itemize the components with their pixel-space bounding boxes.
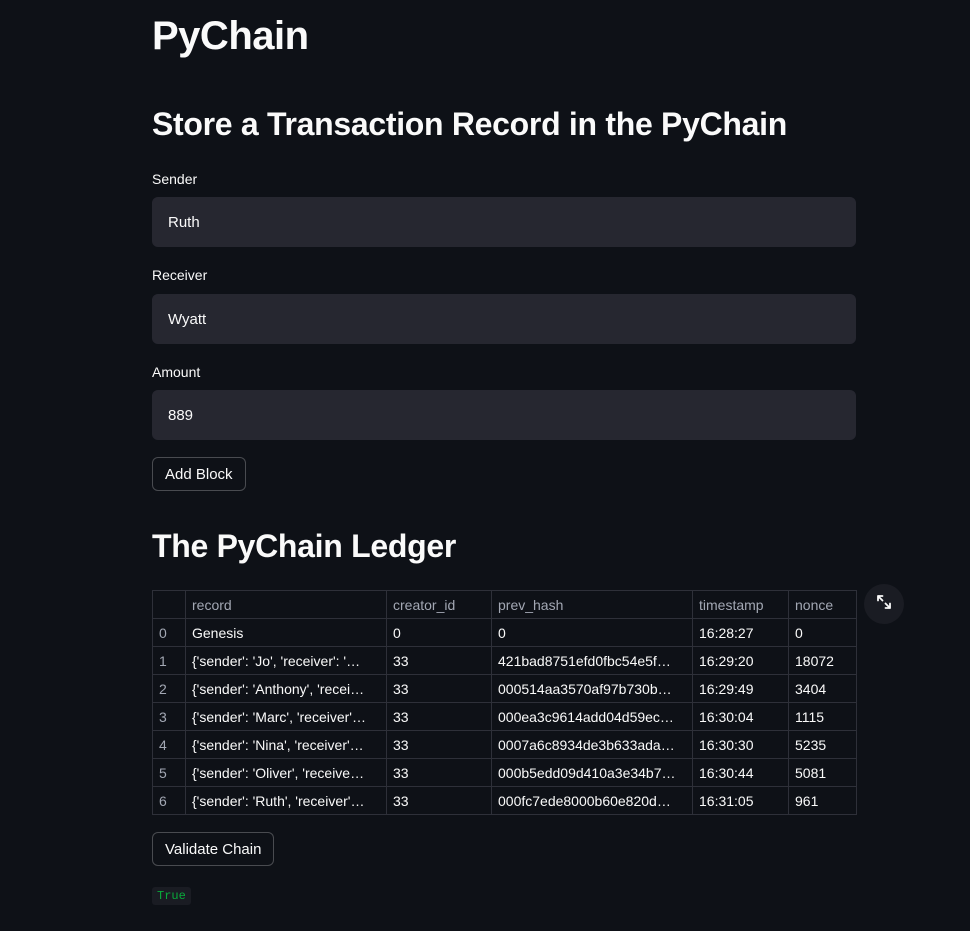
table-header-row: record creator_id prev_hash timestamp no… xyxy=(152,590,857,619)
table-row: 2 {'sender': 'Anthony', 'recei… 33 00051… xyxy=(152,674,857,703)
cell-timestamp[interactable]: 16:29:20 xyxy=(692,646,789,675)
cell-prev-hash[interactable]: 000ea3c9614add04d59ec… xyxy=(491,702,693,731)
cell-nonce[interactable]: 0 xyxy=(788,618,857,647)
column-header-creator-id[interactable]: creator_id xyxy=(386,590,492,619)
table-row: 6 {'sender': 'Ruth', 'receiver'… 33 000f… xyxy=(152,786,857,815)
cell-record[interactable]: {'sender': 'Nina', 'receiver'… xyxy=(185,730,387,759)
column-header-prev-hash[interactable]: prev_hash xyxy=(491,590,693,619)
cell-nonce[interactable]: 961 xyxy=(788,786,857,815)
table-row: 0 Genesis 0 0 16:28:27 0 xyxy=(152,618,857,647)
column-header-nonce[interactable]: nonce xyxy=(788,590,857,619)
cell-record[interactable]: {'sender': 'Oliver', 'receive… xyxy=(185,758,387,787)
cell-nonce[interactable]: 3404 xyxy=(788,674,857,703)
row-index: 4 xyxy=(152,730,186,759)
table-row: 5 {'sender': 'Oliver', 'receive… 33 000b… xyxy=(152,758,857,787)
row-index: 2 xyxy=(152,674,186,703)
cell-timestamp[interactable]: 16:28:27 xyxy=(692,618,789,647)
amount-label: Amount xyxy=(152,364,201,380)
cell-timestamp[interactable]: 16:30:44 xyxy=(692,758,789,787)
ledger-table: record creator_id prev_hash timestamp no… xyxy=(152,590,857,815)
page-title: PyChain xyxy=(152,14,309,58)
fullscreen-button[interactable] xyxy=(864,584,904,624)
cell-nonce[interactable]: 1115 xyxy=(788,702,857,731)
cell-creator-id[interactable]: 33 xyxy=(386,730,492,759)
cell-timestamp[interactable]: 16:30:04 xyxy=(692,702,789,731)
cell-prev-hash[interactable]: 0 xyxy=(491,618,693,647)
amount-input[interactable] xyxy=(152,390,856,440)
cell-creator-id[interactable]: 33 xyxy=(386,702,492,731)
cell-timestamp[interactable]: 16:31:05 xyxy=(692,786,789,815)
cell-creator-id[interactable]: 33 xyxy=(386,786,492,815)
row-index: 5 xyxy=(152,758,186,787)
receiver-input[interactable] xyxy=(152,294,856,344)
row-index: 6 xyxy=(152,786,186,815)
ledger-table-container[interactable]: record creator_id prev_hash timestamp no… xyxy=(152,590,857,815)
table-row: 4 {'sender': 'Nina', 'receiver'… 33 0007… xyxy=(152,730,857,759)
column-header-timestamp[interactable]: timestamp xyxy=(692,590,789,619)
ledger-heading: The PyChain Ledger xyxy=(152,528,456,564)
add-block-button[interactable]: Add Block xyxy=(152,457,246,491)
receiver-label: Receiver xyxy=(152,267,208,283)
cell-prev-hash[interactable]: 000fc7ede8000b60e820d… xyxy=(491,786,693,815)
cell-record[interactable]: {'sender': 'Anthony', 'recei… xyxy=(185,674,387,703)
column-header-index[interactable] xyxy=(152,590,186,619)
row-index: 3 xyxy=(152,702,186,731)
cell-record[interactable]: {'sender': 'Ruth', 'receiver'… xyxy=(185,786,387,815)
cell-record[interactable]: Genesis xyxy=(185,618,387,647)
validation-result: True xyxy=(152,887,191,905)
cell-prev-hash[interactable]: 0007a6c8934de3b633ada… xyxy=(491,730,693,759)
table-row: 1 {'sender': 'Jo', 'receiver': '… 33 421… xyxy=(152,646,857,675)
cell-timestamp[interactable]: 16:29:49 xyxy=(692,674,789,703)
transaction-form-heading: Store a Transaction Record in the PyChai… xyxy=(152,106,787,142)
table-row: 3 {'sender': 'Marc', 'receiver'… 33 000e… xyxy=(152,702,857,731)
cell-record[interactable]: {'sender': 'Marc', 'receiver'… xyxy=(185,702,387,731)
validate-chain-button[interactable]: Validate Chain xyxy=(152,832,275,866)
cell-nonce[interactable]: 5081 xyxy=(788,758,857,787)
cell-timestamp[interactable]: 16:30:30 xyxy=(692,730,789,759)
sender-input[interactable] xyxy=(152,197,856,247)
cell-creator-id[interactable]: 33 xyxy=(386,646,492,675)
cell-creator-id[interactable]: 0 xyxy=(386,618,492,647)
cell-nonce[interactable]: 18072 xyxy=(788,646,857,675)
row-index: 1 xyxy=(152,646,186,675)
cell-nonce[interactable]: 5235 xyxy=(788,730,857,759)
sender-label: Sender xyxy=(152,171,198,187)
expand-icon xyxy=(876,594,892,615)
cell-creator-id[interactable]: 33 xyxy=(386,674,492,703)
cell-prev-hash[interactable]: 421bad8751efd0fbc54e5f… xyxy=(491,646,693,675)
cell-record[interactable]: {'sender': 'Jo', 'receiver': '… xyxy=(185,646,387,675)
cell-prev-hash[interactable]: 000514aa3570af97b730b… xyxy=(491,674,693,703)
column-header-record[interactable]: record xyxy=(185,590,387,619)
cell-prev-hash[interactable]: 000b5edd09d410a3e34b7… xyxy=(491,758,693,787)
cell-creator-id[interactable]: 33 xyxy=(386,758,492,787)
row-index: 0 xyxy=(152,618,186,647)
